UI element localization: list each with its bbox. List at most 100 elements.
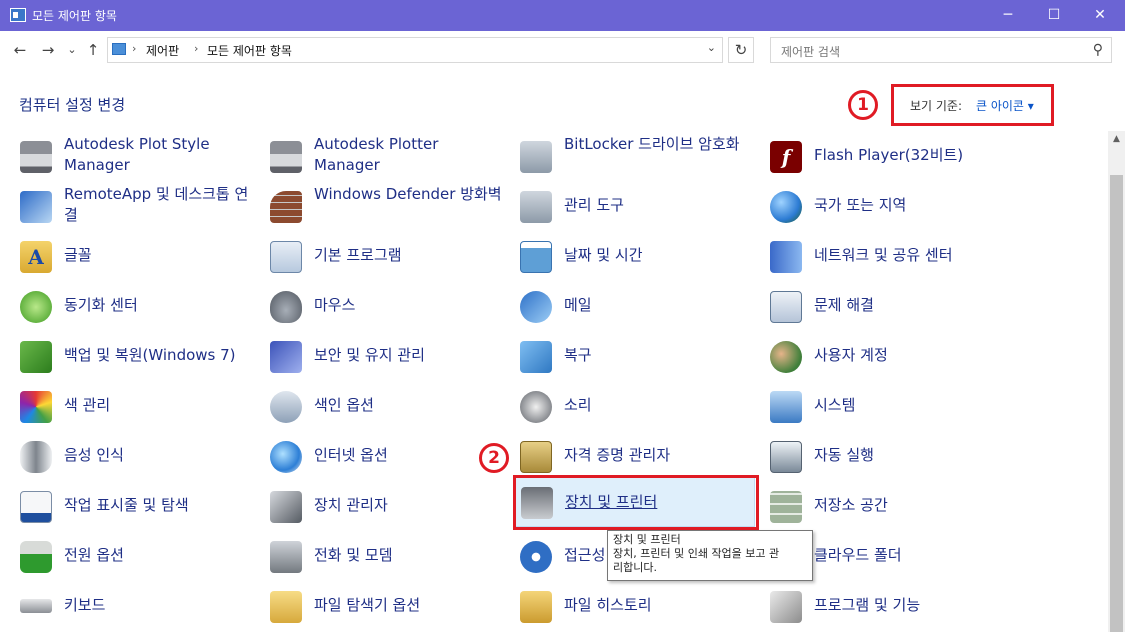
color-management-icon	[20, 391, 52, 423]
phone-modem-icon	[270, 541, 302, 573]
view-by-dropdown[interactable]: 큰 아이콘 ▾	[976, 97, 1034, 114]
item-label: 인터넷 옵션	[314, 446, 388, 464]
item-date-time[interactable]: 날짜 및 시간	[512, 231, 752, 279]
item-label: 전화 및 모뎀	[314, 546, 393, 564]
recent-locations-button[interactable]: ⌄	[62, 39, 82, 61]
title-bar: 모든 제어판 항목 ─ ☐ ✕	[0, 0, 1125, 31]
indexing-icon	[270, 391, 302, 423]
item-label: 사용자 계정	[814, 346, 888, 364]
printer-icon	[270, 141, 302, 173]
tooltip-line-2: 리합니다.	[613, 561, 657, 574]
network-icon	[770, 241, 802, 273]
ease-of-access-icon	[520, 541, 552, 573]
microphone-icon	[20, 441, 52, 473]
item-indexing-options[interactable]: 색인 옵션	[262, 381, 502, 429]
item-label: 색인 옵션	[314, 396, 374, 414]
content-header: 컴퓨터 설정 변경 1 보기 기준: 큰 아이콘 ▾	[0, 71, 1125, 131]
breadcrumb-control-panel[interactable]: 제어판	[146, 42, 179, 59]
item-sync-center[interactable]: 동기화 센터	[12, 281, 252, 329]
item-file-history[interactable]: 파일 히스토리	[512, 581, 752, 629]
item-admin-tools[interactable]: 관리 도구	[512, 181, 752, 229]
item-system[interactable]: 시스템	[762, 381, 1002, 429]
admin-tools-icon	[520, 191, 552, 223]
item-label: 전원 옵션	[64, 546, 124, 564]
breadcrumb-separator: ›	[132, 42, 137, 55]
device-manager-icon	[270, 491, 302, 523]
item-sound[interactable]: 소리	[512, 381, 752, 429]
item-power-options[interactable]: 전원 옵션	[12, 531, 252, 579]
item-label: 파일 히스토리	[564, 596, 652, 614]
file-history-icon	[520, 591, 552, 623]
system-monitor-icon	[770, 391, 802, 423]
item-mouse[interactable]: 마우스	[262, 281, 502, 329]
item-bitlocker[interactable]: BitLocker 드라이브 암호화	[512, 131, 752, 179]
item-label: 프로그램 및 기능	[814, 596, 921, 614]
item-label: 날짜 및 시간	[564, 246, 643, 264]
item-autodesk-plot-style-manager[interactable]: Autodesk Plot Style Manager	[12, 131, 252, 179]
item-color-management[interactable]: 색 관리	[12, 381, 252, 429]
tooltip-line-1: 장치, 프린터 및 인쇄 작업을 보고 관	[613, 547, 780, 560]
item-label: 기본 프로그램	[314, 246, 402, 264]
item-label: Autodesk Plot Style Manager	[64, 135, 210, 174]
item-keyboard[interactable]: 키보드	[12, 581, 252, 629]
item-taskbar-navigation[interactable]: 작업 표시줄 및 탐색	[12, 481, 252, 529]
up-button[interactable]: ↑	[83, 39, 103, 61]
item-autodesk-plotter-manager[interactable]: Autodesk Plotter Manager	[262, 131, 502, 179]
item-label: 키보드	[64, 596, 106, 614]
item-label: 글꼴	[64, 246, 92, 264]
vertical-scrollbar[interactable]: ▲	[1108, 131, 1125, 632]
item-label: 관리 도구	[564, 196, 624, 214]
item-default-programs[interactable]: 기본 프로그램	[262, 231, 502, 279]
credential-vault-icon	[520, 441, 552, 473]
item-recovery[interactable]: 복구	[512, 331, 752, 379]
maximize-button[interactable]: ☐	[1031, 0, 1077, 31]
item-storage-spaces[interactable]: 저장소 공간	[762, 481, 1002, 529]
recovery-icon	[520, 341, 552, 373]
backup-icon	[20, 341, 52, 373]
firewall-icon	[270, 191, 302, 223]
security-flag-icon	[270, 341, 302, 373]
item-remoteapp[interactable]: RemoteApp 및 데스크톱 연결	[12, 181, 252, 229]
item-fonts[interactable]: A 글꼴	[12, 231, 252, 279]
control-panel-items: Autodesk Plot Style Manager Autodesk Plo…	[0, 131, 1108, 632]
item-user-accounts[interactable]: 사용자 계정	[762, 331, 1002, 379]
item-security-maintenance[interactable]: 보안 및 유지 관리	[262, 331, 502, 379]
item-programs-features[interactable]: 프로그램 및 기능	[762, 581, 1002, 629]
address-bar[interactable]: › 제어판 › 모든 제어판 항목 ⌄	[107, 37, 723, 63]
view-by-highlight: 보기 기준: 큰 아이콘 ▾	[891, 84, 1054, 126]
minimize-button[interactable]: ─	[985, 0, 1031, 31]
item-speech-recognition[interactable]: 음성 인식	[12, 431, 252, 479]
item-windows-defender-firewall[interactable]: Windows Defender 방화벽	[262, 181, 502, 229]
forward-button[interactable]: →	[38, 39, 58, 61]
refresh-button[interactable]: ↻	[728, 37, 754, 63]
item-flash-player[interactable]: f Flash Player(32비트)	[762, 131, 1002, 179]
back-button[interactable]: ←	[10, 39, 30, 61]
scrollbar-thumb[interactable]	[1110, 175, 1123, 632]
annotation-badge-1: 1	[848, 90, 878, 120]
programs-features-icon	[770, 591, 802, 623]
search-input[interactable]: 제어판 검색	[781, 43, 840, 60]
keyboard-icon	[20, 599, 52, 613]
item-mail[interactable]: 메일	[512, 281, 752, 329]
item-region[interactable]: 국가 또는 지역	[762, 181, 1002, 229]
item-phone-modem[interactable]: 전화 및 모뎀	[262, 531, 502, 579]
scroll-up-icon[interactable]: ▲	[1108, 134, 1125, 148]
search-box[interactable]: 제어판 검색 ⚲	[770, 37, 1112, 63]
close-button[interactable]: ✕	[1077, 0, 1123, 31]
item-credential-manager[interactable]: 자격 증명 관리자	[512, 431, 752, 479]
item-file-explorer-options[interactable]: 파일 탐색기 옵션	[262, 581, 502, 629]
item-label: 음성 인식	[64, 446, 124, 464]
item-autoplay[interactable]: 자동 실행	[762, 431, 1002, 479]
item-network-sharing[interactable]: 네트워크 및 공유 센터	[762, 231, 1002, 279]
date-time-icon	[520, 241, 552, 273]
item-internet-options[interactable]: 인터넷 옵션	[262, 431, 502, 479]
remote-desktop-icon	[20, 191, 52, 223]
item-label: BitLocker 드라이브 암호화	[564, 135, 740, 153]
item-troubleshooting[interactable]: 문제 해결	[762, 281, 1002, 329]
address-dropdown-icon[interactable]: ⌄	[707, 41, 716, 54]
breadcrumb-all-items[interactable]: 모든 제어판 항목	[207, 42, 292, 59]
item-backup-restore[interactable]: 백업 및 복원(Windows 7)	[12, 331, 252, 379]
item-label: 보안 및 유지 관리	[314, 346, 425, 364]
search-icon[interactable]: ⚲	[1093, 42, 1103, 58]
item-device-manager[interactable]: 장치 관리자	[262, 481, 502, 529]
